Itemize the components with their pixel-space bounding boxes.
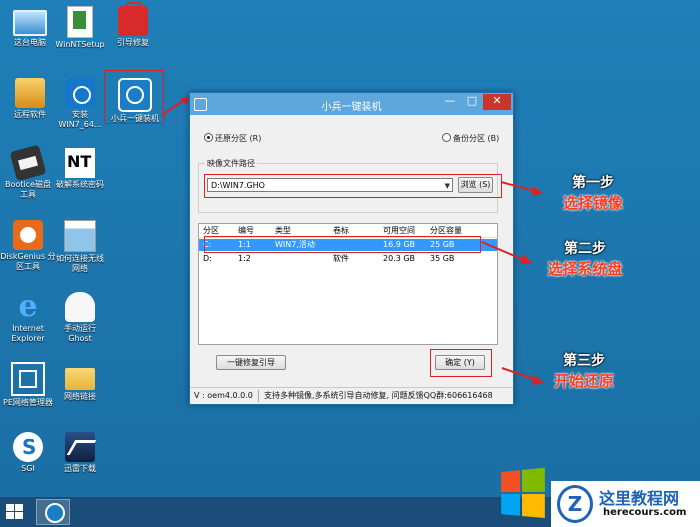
- desktop-icon-sgi[interactable]: SGI: [0, 432, 56, 474]
- status-bar: V : oem4.0.0.0 支持多种镜像,多系统引导自动修复, 问题反馈QQ群…: [190, 387, 513, 404]
- nt-password-icon: [65, 148, 95, 178]
- image-path-label: 映像文件路径: [205, 158, 257, 169]
- minimize-button[interactable]: —: [439, 94, 461, 110]
- pointer-arrow-to-window: [161, 97, 190, 116]
- step1-text: 选择镜像: [562, 194, 623, 212]
- maximize-button[interactable]: □: [461, 94, 483, 110]
- radio-backup-partition[interactable]: 备份分区 (B): [442, 133, 499, 144]
- step2-title: 第二步: [564, 241, 606, 257]
- step2-arrow: [481, 241, 533, 264]
- cell-partition: D:: [203, 254, 212, 263]
- thunder-download-icon: [65, 432, 95, 462]
- taskbar-xiaobing-app[interactable]: [36, 499, 70, 525]
- step3-caption: 第三步 开始还原: [534, 350, 634, 391]
- status-message: 支持多种镜像,多系统引导自动修复, 问题反馈QQ群:606616468: [264, 391, 493, 400]
- desktop-icon-boot-repair[interactable]: 引导修复: [105, 2, 161, 48]
- desktop-icon-label: 远程软件: [14, 110, 46, 119]
- desktop-icon-label: WinNTSetup: [55, 40, 105, 49]
- step1-arrow: [500, 181, 543, 196]
- desktop-icon-label: 引导修复: [117, 38, 149, 47]
- desktop-icon-ie[interactable]: e Internet Explorer: [0, 292, 56, 344]
- desktop: 这台电脑 WinNTSetup 引导修复 远程软件 安装 WIN7_64... …: [0, 0, 700, 497]
- status-separator: [258, 390, 259, 402]
- radio-dot: [442, 133, 451, 142]
- desktop-icon-label: Bootice磁盘 工具: [5, 180, 51, 199]
- desktop-icon-wireless-help[interactable]: 如何连接无线 网络: [52, 220, 108, 274]
- repair-boot-button[interactable]: 一键修复引导: [216, 355, 286, 370]
- radio-restore-label: 还原分区 (R): [215, 134, 262, 143]
- close-button[interactable]: ✕: [483, 94, 511, 110]
- ghost-icon: [65, 292, 95, 322]
- xiaobing-installer-window: 小兵一键装机 — □ ✕ 还原分区 (R) 备份分区 (B) 映像文件路径 D:…: [189, 92, 514, 405]
- install-gear-icon: [65, 78, 95, 108]
- cell-free: 20.3 GB: [383, 254, 416, 263]
- desktop-icon-bootice[interactable]: Bootice磁盘 工具: [0, 144, 56, 200]
- computer-icon: [13, 10, 47, 36]
- watermark-title: 这里教程网: [599, 489, 680, 508]
- step3-highlight: [430, 349, 492, 377]
- desktop-icon-label: 破解系统密码: [56, 180, 104, 189]
- desktop-icon-this-pc[interactable]: 这台电脑: [2, 6, 58, 48]
- desktop-icon-label: 手动运行 Ghost: [64, 324, 96, 343]
- desktop-icon-label: 如何连接无线 网络: [56, 254, 104, 273]
- diskgenius-icon: [13, 220, 43, 250]
- desktop-icon-install-win7[interactable]: 安装 WIN7_64...: [52, 78, 108, 130]
- desktop-icon-pe-network[interactable]: PE网络管理器: [0, 362, 56, 408]
- desktop-icon-label: 网络链接: [64, 392, 96, 401]
- watermark-url: herecours.com: [603, 507, 687, 518]
- step1-title: 第一步: [572, 175, 614, 191]
- windows-logo-tile: [15, 512, 23, 519]
- radio-restore-partition[interactable]: 还原分区 (R): [204, 133, 261, 144]
- desktop-icon-label: DiskGenius 分区工具: [0, 252, 56, 271]
- site-watermark: Z 这里教程网 herecours.com: [551, 481, 700, 527]
- step2-caption: 第二步 选择系统盘: [530, 238, 640, 279]
- desktop-icon-label: SGI: [21, 464, 35, 473]
- desktop-icon-label: Internet Explorer: [11, 324, 45, 343]
- status-version: V : oem4.0.0.0: [194, 391, 253, 400]
- cell-label: 软件: [333, 254, 349, 263]
- cell-number: 1:2: [238, 254, 251, 263]
- internet-explorer-icon: e: [18, 289, 38, 324]
- step3-text: 开始还原: [553, 372, 614, 390]
- desktop-icon-winntsetup[interactable]: WinNTSetup: [52, 6, 108, 50]
- start-button[interactable]: [6, 504, 24, 520]
- network-help-icon: [64, 220, 96, 252]
- desktop-icon-password[interactable]: 破解系统密码: [52, 148, 108, 190]
- disk-icon: [9, 144, 47, 182]
- watermark-logo: Z: [557, 485, 593, 523]
- desktop-icon-label: 安装 WIN7_64...: [58, 110, 102, 129]
- cell-size: 35 GB: [430, 254, 455, 263]
- windows-logo-tile: [6, 504, 14, 511]
- step2-text: 选择系统盘: [547, 260, 623, 278]
- step1-highlight: [204, 174, 502, 198]
- desktop-icon-remote[interactable]: 远程软件: [2, 78, 58, 120]
- desktop-icon-network-links[interactable]: 网络链接: [52, 362, 108, 402]
- xiaobing-icon-highlight: [104, 70, 164, 124]
- desktop-icon-label: 迅雷下载: [64, 464, 96, 473]
- windows-logo-tile: [15, 504, 23, 511]
- desktop-icon-label: PE网络管理器: [3, 398, 53, 407]
- radio-dot: [204, 133, 213, 142]
- windows-logo-icon: [501, 467, 547, 521]
- sgi-icon: [13, 432, 43, 462]
- setup-icon: [67, 6, 93, 38]
- toolbox-icon: [118, 2, 148, 36]
- desktop-icon-diskgenius[interactable]: DiskGenius 分区工具: [0, 220, 56, 272]
- window-titlebar[interactable]: 小兵一键装机 — □ ✕: [190, 93, 513, 115]
- radio-backup-label: 备份分区 (B): [453, 134, 500, 143]
- remote-icon: [15, 78, 45, 108]
- table-row[interactable]: D: 1:2 软件 20.3 GB 35 GB: [199, 253, 497, 265]
- windows-logo-tile: [6, 512, 14, 519]
- desktop-icon-thunder[interactable]: 迅雷下载: [52, 432, 108, 474]
- desktop-icon-ghost[interactable]: 手动运行 Ghost: [52, 292, 108, 344]
- network-manager-icon: [11, 362, 45, 396]
- step1-caption: 第一步 选择镜像: [548, 172, 638, 213]
- step3-title: 第三步: [563, 353, 605, 369]
- folder-icon: [65, 368, 95, 390]
- step2-highlight: [204, 236, 481, 253]
- desktop-icon-label: 这台电脑: [14, 38, 46, 47]
